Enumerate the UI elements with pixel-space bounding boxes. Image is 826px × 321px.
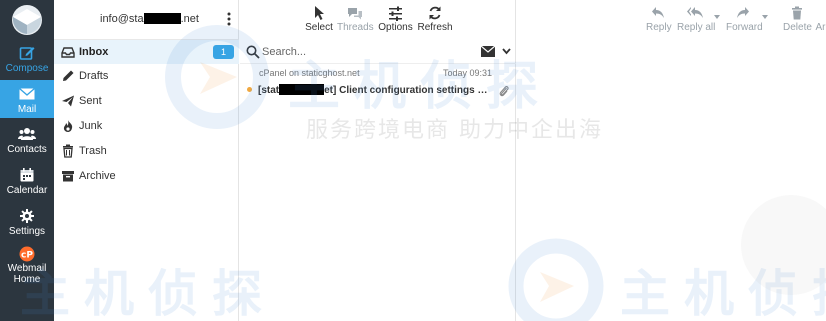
cpanel-icon: cP <box>19 246 35 262</box>
message-date: Today 09:31 <box>442 68 492 78</box>
nav-webmail-home-label: Webmail Home <box>7 263 47 285</box>
compose-icon <box>19 47 35 60</box>
sliders-icon <box>389 6 402 21</box>
message-list-panel: Select Threads Options Refresh Search...… <box>240 0 516 321</box>
roundcube-logo <box>12 5 42 35</box>
chevron-down-icon[interactable] <box>502 48 511 55</box>
cursor-icon <box>315 6 324 20</box>
search-bar <box>240 40 516 64</box>
select-button[interactable]: Select <box>304 4 334 34</box>
chevron-down-icon[interactable] <box>762 15 768 19</box>
archive-box-icon <box>62 171 74 182</box>
fire-icon <box>63 120 73 132</box>
unread-count-badge: 1 <box>213 45 234 59</box>
calendar-icon <box>20 168 34 182</box>
folder-drafts[interactable]: Drafts <box>54 64 239 88</box>
select-label: Select <box>305 22 333 33</box>
reply-label: Reply <box>646 22 672 33</box>
nav-mail[interactable]: Mail <box>0 80 54 118</box>
redaction-bar <box>279 84 325 95</box>
account-email-prefix: info@sta <box>100 13 144 25</box>
reply-button[interactable]: Reply <box>646 4 672 34</box>
folder-sent[interactable]: Sent <box>54 89 239 113</box>
folder-trash[interactable]: Trash <box>54 139 239 163</box>
trash-icon <box>63 144 73 158</box>
refresh-button[interactable]: Refresh <box>417 4 453 34</box>
nav-contacts[interactable]: Contacts <box>0 124 54 158</box>
nav-mail-label: Mail <box>17 104 37 115</box>
webmail-app: Compose Mail Contacts Calendar Settings … <box>0 0 826 321</box>
reading-pane: Reply Reply all Forward Delete Ar <box>517 0 826 321</box>
forward-button[interactable]: Forward <box>726 4 763 34</box>
folder-archive[interactable]: Archive <box>54 164 239 188</box>
forward-icon <box>737 7 749 18</box>
pencil-icon <box>63 70 74 81</box>
envelope-icon <box>19 87 35 100</box>
chat-bubbles-icon <box>348 8 362 20</box>
folder-junk-label: Junk <box>79 120 103 132</box>
message-sender: cPanel on staticghost.net <box>259 68 360 78</box>
reply-icon <box>652 7 664 18</box>
delete-button[interactable]: Delete <box>783 4 812 34</box>
paperclip-icon <box>499 86 509 97</box>
archive-label: Ar <box>815 22 826 33</box>
paper-plane-icon <box>62 95 74 107</box>
message-subject-text: et] Client configuration settings for "i… <box>324 85 490 96</box>
chevron-down-icon[interactable] <box>714 15 720 19</box>
nav-settings[interactable]: Settings <box>0 206 54 240</box>
nav-calendar[interactable]: Calendar <box>0 165 54 199</box>
inbox-icon <box>61 47 75 58</box>
folder-archive-label: Archive <box>79 170 116 182</box>
message-row[interactable]: cPanel on staticghost.net Today 09:31 [s… <box>240 65 516 103</box>
folder-sent-label: Sent <box>79 95 102 107</box>
reply-all-icon <box>687 7 703 18</box>
trash-icon <box>792 6 802 20</box>
users-icon <box>18 128 36 140</box>
nav-webmail-home[interactable]: cP Webmail Home <box>0 246 54 286</box>
refresh-label: Refresh <box>417 22 453 33</box>
message-subject: [stat et] Client configuration settings f… <box>258 84 490 96</box>
nav-settings-label: Settings <box>8 226 46 237</box>
kebab-menu-icon[interactable] <box>226 12 232 26</box>
search-input[interactable] <box>262 43 442 61</box>
svg-text:cP: cP <box>21 251 33 261</box>
gear-icon <box>20 209 34 223</box>
account-email-suffix: .net <box>180 13 199 25</box>
main-nav: Compose Mail Contacts Calendar Settings … <box>0 0 54 321</box>
refresh-icon <box>429 6 441 20</box>
message-toolbar: Reply Reply all Forward Delete Ar <box>517 0 826 40</box>
archive-icon <box>815 4 826 22</box>
account-header: info@sta .net <box>54 0 239 40</box>
folder-inbox-label: Inbox <box>79 46 109 58</box>
folder-trash-label: Trash <box>79 145 107 157</box>
envelope-filter-icon[interactable] <box>481 46 495 57</box>
nav-compose[interactable]: Compose <box>0 43 54 77</box>
nav-calendar-label: Calendar <box>6 185 48 196</box>
folder-inbox[interactable]: Inbox 1 <box>54 40 239 64</box>
archive-button[interactable]: Ar <box>815 4 826 34</box>
folder-drafts-label: Drafts <box>79 70 109 82</box>
threads-label: Threads <box>337 22 374 33</box>
delete-label: Delete <box>783 22 812 33</box>
account-email: info@sta .net <box>100 13 199 25</box>
folder-junk[interactable]: Junk <box>54 114 239 138</box>
options-button[interactable]: Options <box>378 4 413 34</box>
reply-all-button[interactable]: Reply all <box>677 4 716 34</box>
options-label: Options <box>378 22 413 33</box>
threads-button[interactable]: Threads <box>337 4 374 34</box>
nav-compose-label: Compose <box>5 63 49 74</box>
nav-contacts-label: Contacts <box>7 144 47 155</box>
message-subject-prefix: [stat <box>258 85 280 96</box>
folder-panel: info@sta .net Inbox 1 Drafts Sent Junk T… <box>54 0 239 321</box>
reply-all-label: Reply all <box>677 22 716 33</box>
unread-dot-icon <box>247 87 252 92</box>
redaction-bar <box>143 13 181 24</box>
search-icon <box>246 45 260 59</box>
forward-label: Forward <box>726 22 763 33</box>
